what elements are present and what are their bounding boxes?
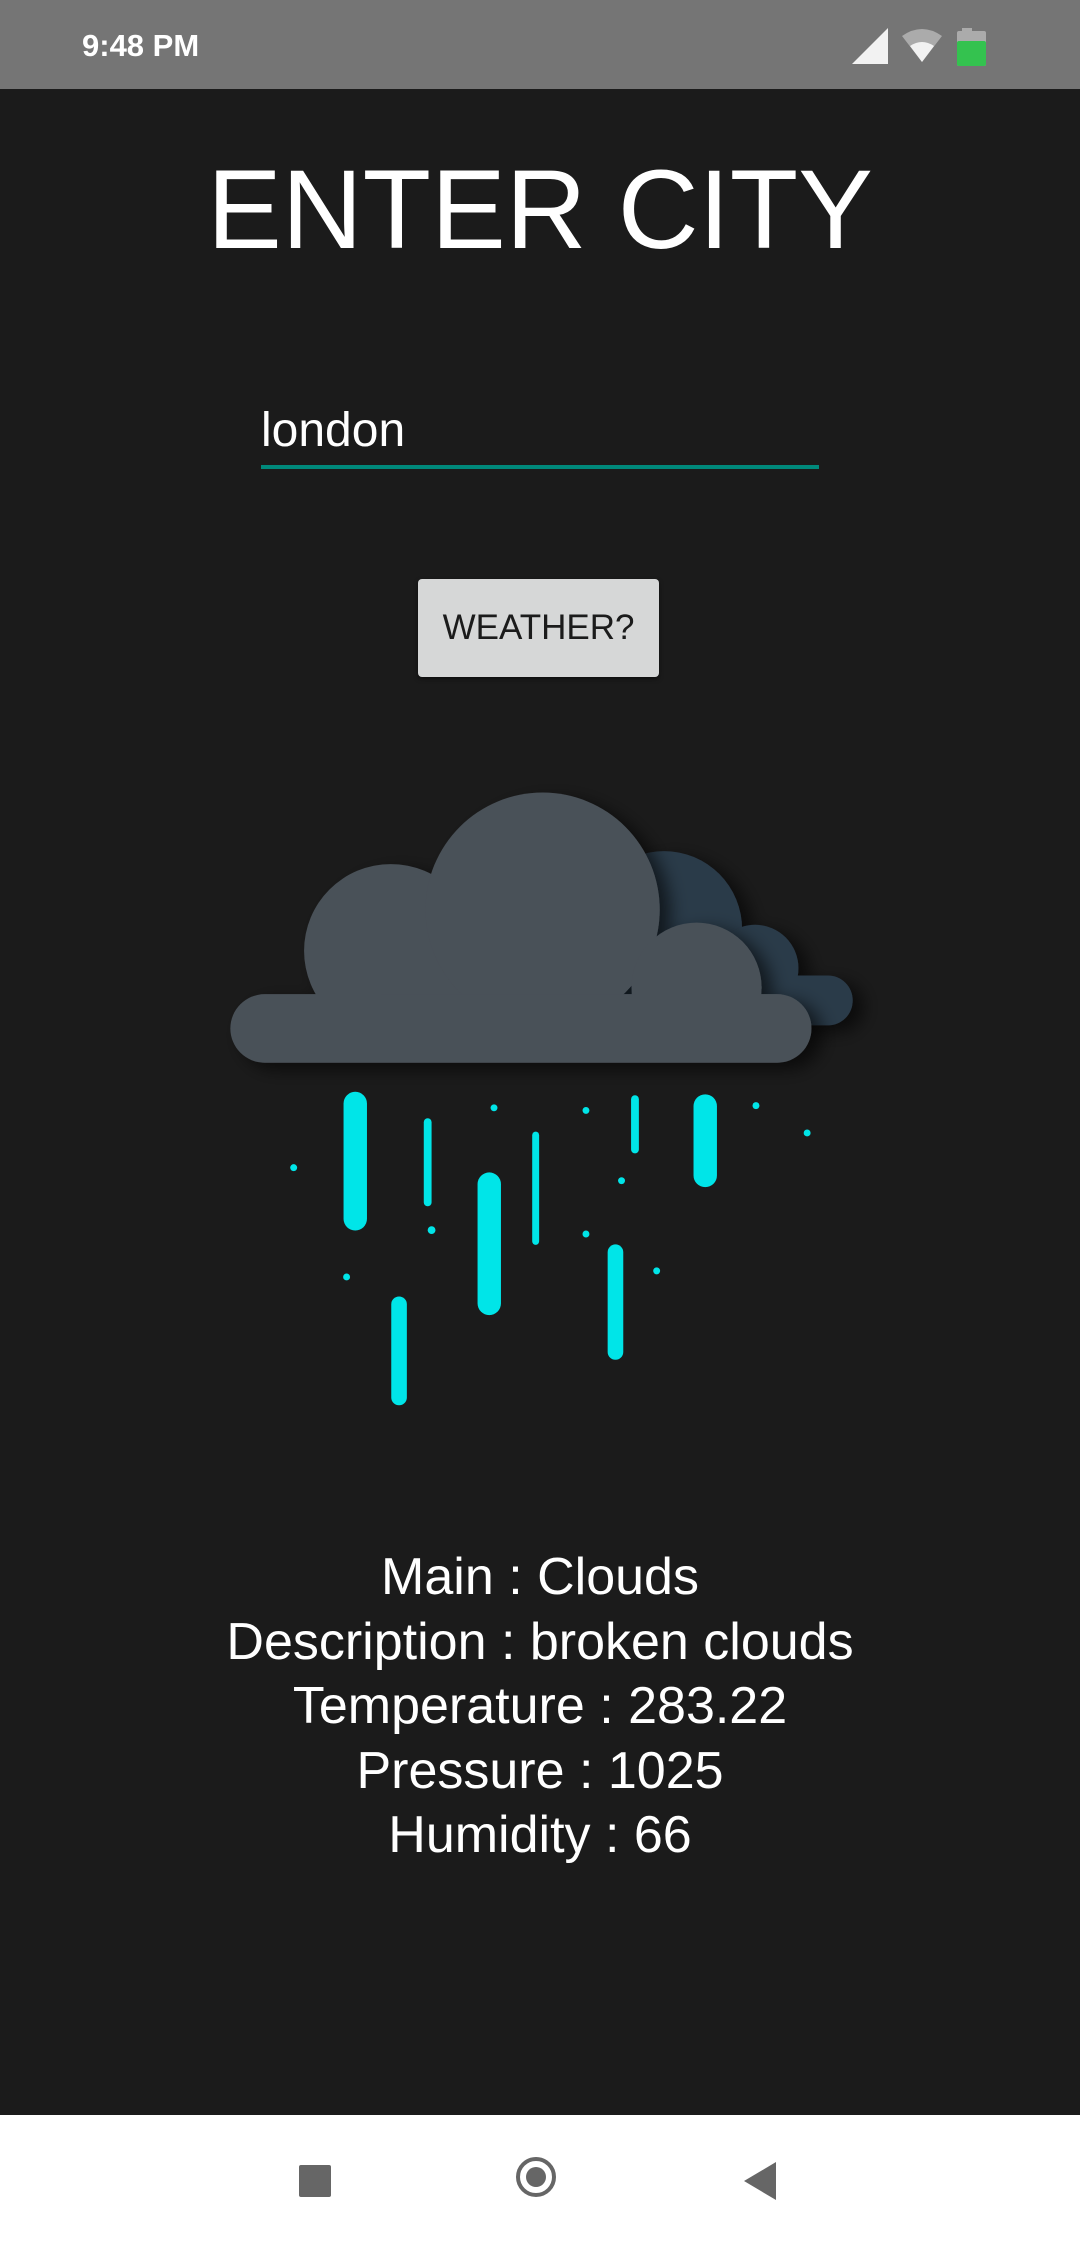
rain-cloud-icon <box>230 792 853 1406</box>
city-input[interactable] <box>261 395 819 469</box>
weather-button[interactable]: WEATHER? <box>418 579 659 677</box>
home-icon[interactable] <box>516 2157 556 2197</box>
navigation-bar <box>0 2115 1080 2246</box>
wifi-icon <box>902 29 942 62</box>
weather-results: Main : Clouds Description : broken cloud… <box>0 1545 1080 1868</box>
rain-drops <box>343 1091 717 1406</box>
page-title: ENTER CITY <box>207 147 873 272</box>
result-humidity: Humidity : 66 <box>388 1806 692 1864</box>
status-time: 9:48 PM <box>82 28 200 63</box>
rain-dots <box>290 1102 811 1281</box>
battery-icon <box>957 28 986 66</box>
signal-icon <box>852 28 888 64</box>
status-icons <box>852 28 986 66</box>
result-pressure: Pressure : 1025 <box>356 1741 724 1800</box>
status-bar: 9:48 PM <box>0 0 1080 89</box>
result-main: Main : Clouds <box>381 1548 699 1606</box>
back-icon[interactable] <box>744 2162 776 2200</box>
result-temperature: Temperature : 283.22 <box>292 1677 788 1735</box>
recents-icon[interactable] <box>299 2165 331 2197</box>
result-description: Description : broken clouds <box>226 1612 854 1671</box>
